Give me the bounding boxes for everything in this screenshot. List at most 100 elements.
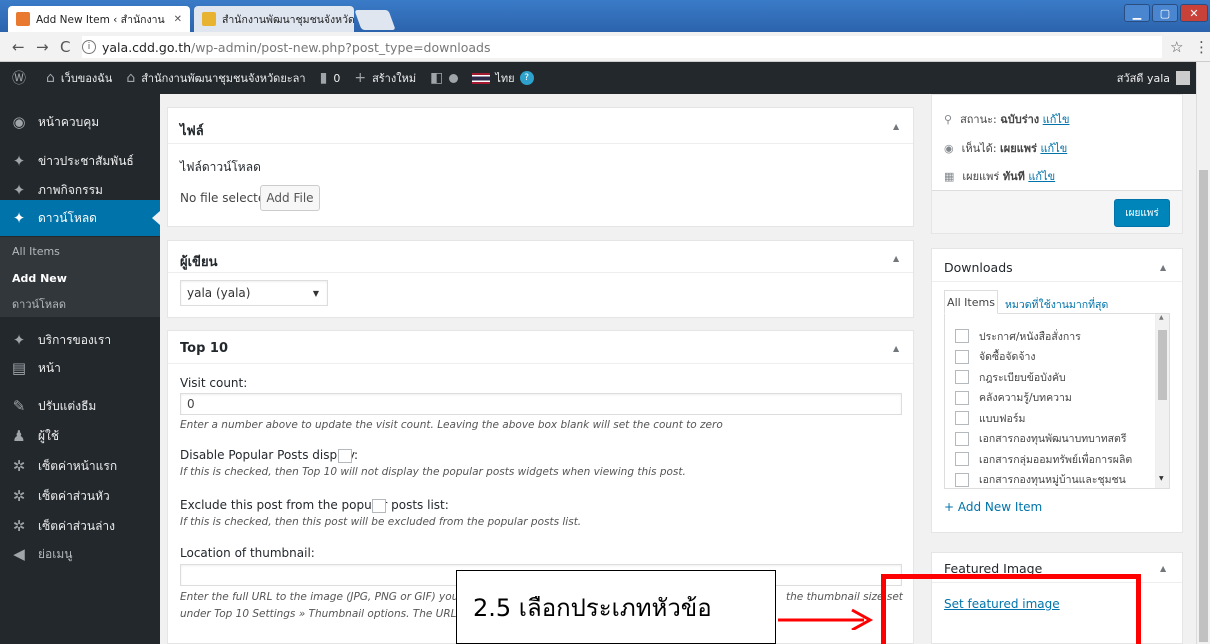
visit-count-input[interactable]: 0: [180, 393, 902, 415]
edit-publish-time-link[interactable]: แก้ไข: [1028, 167, 1055, 185]
collapse-arrow-icon[interactable]: ▲: [893, 254, 899, 263]
category-checkbox[interactable]: [955, 329, 969, 344]
back-arrow-icon[interactable]: ←: [12, 38, 25, 56]
downloads-category-title: Downloads: [944, 260, 1013, 275]
disable-popular-label: Disable Popular Posts display:: [180, 448, 359, 462]
category-checkbox[interactable]: [955, 472, 969, 487]
wp-logo-icon[interactable]: Ⓦ: [12, 68, 32, 88]
window-close-icon[interactable]: ✕: [1180, 4, 1208, 22]
brush-icon: ✎: [12, 397, 26, 415]
minimize-icon[interactable]: ▁: [1124, 4, 1150, 22]
file-status-text: No file selected: [180, 191, 273, 205]
sidebar-collapse-menu[interactable]: ◀ ย่อเมนู: [0, 536, 160, 572]
new-tab-button[interactable]: [354, 10, 396, 30]
category-checkbox[interactable]: [955, 370, 969, 385]
edit-visibility-link[interactable]: แก้ไข: [1040, 139, 1067, 157]
sidebar-item-pages[interactable]: ▤ หน้า: [0, 350, 160, 386]
scrollbar-thumb[interactable]: [1199, 170, 1208, 642]
annotation-callout: 2.5 เลือกประเภทหัวข้อ: [456, 570, 776, 644]
publish-button[interactable]: เผยแพร่: [1114, 199, 1170, 227]
category-label: กฎระเบียบข้อบังคับ: [979, 371, 1066, 384]
info-icon[interactable]: i: [82, 40, 96, 54]
sidebar-item-dashboard[interactable]: ◉ หน้าควบคุม: [0, 104, 160, 140]
forward-arrow-icon[interactable]: →: [36, 38, 49, 56]
file-metabox-title: ไฟล์: [180, 124, 204, 139]
dashboard-icon: ◉: [12, 113, 26, 131]
tab-active[interactable]: Add New Item ‹ สำนักงาน ✕: [8, 6, 190, 32]
menu-kebab-icon[interactable]: ⋮: [1194, 38, 1209, 56]
pin-icon: ✦: [12, 181, 26, 199]
category-checkbox[interactable]: [955, 390, 969, 405]
collapse-arrow-icon[interactable]: ▲: [1160, 564, 1166, 573]
wp-admin-bar: Ⓦ ⌂ เว็บของฉัน ⌂ สำนักงานพัฒนาชุมชนจังหวัด…: [0, 62, 1196, 94]
submenu-all-items[interactable]: All Items: [12, 245, 60, 258]
account-menu[interactable]: สวัสดี yala: [1117, 69, 1190, 87]
wordpress-favicon-icon: [16, 12, 30, 26]
add-new-category-link[interactable]: + Add New Item: [944, 500, 1042, 514]
sidebar-item-downloads[interactable]: ✦ ดาวน์โหลด: [0, 200, 160, 236]
thumbnail-label: Location of thumbnail:: [180, 546, 315, 560]
pin-icon: ✦: [12, 209, 26, 227]
category-item[interactable]: เอกสารกองทุนพัฒนาบทบาทสตรี: [945, 429, 1169, 450]
my-sites-link[interactable]: ⌂ เว็บของฉัน: [46, 69, 112, 87]
reload-icon[interactable]: C: [60, 38, 70, 56]
top10-metabox-title: Top 10: [180, 341, 228, 356]
tab-inactive[interactable]: สำนักงานพัฒนาชุมชนจังหวัด ✕: [194, 6, 354, 32]
sites-icon: ⌂: [46, 70, 55, 86]
bookmark-star-icon[interactable]: ☆: [1170, 38, 1183, 56]
category-item[interactable]: เอกสารกองทุนหมู่บ้านและชุมชน: [945, 470, 1169, 489]
thai-flag-icon: [472, 72, 491, 84]
thumbnail-help-line1: Enter the full URL to the image (JPG, PN…: [180, 591, 468, 603]
plugin-icon[interactable]: ◧: [430, 70, 459, 86]
tab-most-used[interactable]: หมวดที่ใช้งานมากที่สุด: [1005, 296, 1108, 313]
annotation-highlight-box: [881, 574, 1141, 644]
url-input[interactable]: i yala.cdd.go.th/wp-admin/post-new.php?p…: [82, 36, 1162, 58]
collapse-arrow-icon[interactable]: ▲: [1160, 263, 1166, 272]
category-checkbox[interactable]: [955, 349, 969, 364]
collapse-arrow-icon[interactable]: ▲: [893, 344, 899, 353]
new-content-link[interactable]: + สร้างใหม่: [354, 69, 416, 87]
submenu-add-new[interactable]: Add New: [12, 272, 67, 285]
category-item[interactable]: คลังความรู้/บทความ: [945, 388, 1169, 409]
collapse-arrow-icon[interactable]: ▲: [893, 122, 899, 131]
annotation-arrow-icon: [778, 608, 874, 630]
pin-icon: ✦: [12, 331, 26, 349]
author-select[interactable]: yala (yala) ▼: [180, 280, 328, 306]
exclude-post-help: If this is checked, then this post will …: [180, 516, 582, 528]
site-name-link[interactable]: ⌂ สำนักงานพัฒนาชุมชนจังหวัดยะลา: [126, 69, 305, 87]
category-item[interactable]: จัดซื้อจัดจ้าง: [945, 347, 1169, 368]
category-item[interactable]: เอกสารกลุ่มออมทรัพย์เพื่อการผลิต: [945, 449, 1169, 470]
close-tab-icon[interactable]: ✕: [168, 14, 182, 25]
plus-icon: +: [354, 70, 367, 86]
exclude-post-label: Exclude this post from the popular posts…: [180, 498, 449, 512]
add-file-button[interactable]: Add File: [260, 185, 320, 211]
category-item[interactable]: ประกาศ/หนังสือสั่งการ: [945, 326, 1169, 347]
category-checklist: ประกาศ/หนังสือสั่งการ จัดซื้อจัดจ้างกฎระเ…: [944, 313, 1170, 489]
maximize-icon[interactable]: ▢: [1152, 4, 1178, 22]
submenu-downloads[interactable]: ดาวน์โหลด: [12, 295, 66, 313]
exclude-post-checkbox[interactable]: [372, 499, 386, 513]
category-checkbox[interactable]: [955, 452, 969, 467]
category-scrollbar[interactable]: ▲ ▼: [1155, 314, 1169, 488]
category-item[interactable]: กฎระเบียบข้อบังคับ: [945, 367, 1169, 388]
gear-icon: ✲: [12, 487, 26, 505]
visibility-row: ◉ เห็นได้: เผยแพร่ แก้ไข: [944, 139, 1067, 157]
visit-count-label: Visit count:: [180, 376, 248, 390]
disable-popular-checkbox[interactable]: [338, 449, 352, 463]
category-list: ประกาศ/หนังสือสั่งการ จัดซื้อจัดจ้างกฎระเ…: [945, 326, 1169, 489]
category-item[interactable]: แบบฟอร์ม: [945, 408, 1169, 429]
page-scrollbar[interactable]: [1196, 62, 1210, 644]
pin-icon: ✦: [12, 152, 26, 170]
lock-favicon-icon: [202, 12, 216, 26]
category-label: เอกสารกองทุนพัฒนาบทบาทสตรี: [979, 433, 1127, 446]
divider: [168, 272, 913, 273]
tab-all-items[interactable]: All Items: [944, 290, 998, 314]
category-checkbox[interactable]: [955, 431, 969, 446]
pin-icon: ⚲: [944, 112, 953, 126]
comments-link[interactable]: ▮ 0: [320, 70, 341, 86]
edit-status-link[interactable]: แก้ไข: [1043, 110, 1070, 128]
category-scrollbar-thumb[interactable]: [1158, 330, 1167, 400]
author-metabox: [167, 240, 914, 318]
language-switcher[interactable]: ไทย?: [472, 69, 534, 87]
category-checkbox[interactable]: [955, 411, 969, 426]
